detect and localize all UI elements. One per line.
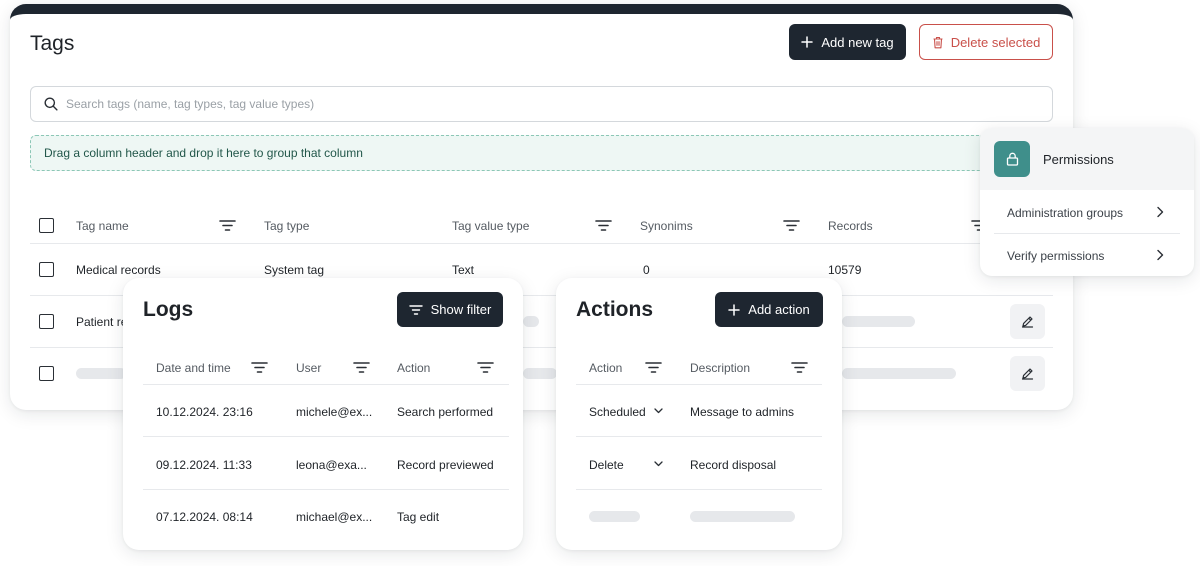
search-box (30, 86, 1053, 122)
delete-selected-button[interactable]: Delete selected (919, 24, 1053, 60)
chevron-down-icon[interactable] (654, 408, 663, 414)
edit-icon (1021, 368, 1034, 380)
loading-placeholder (842, 368, 956, 379)
actions-panel: Actions Add action Action Description Sc… (556, 278, 842, 550)
loading-placeholder (76, 368, 126, 379)
menu-item-administration-groups[interactable]: Administration groups (1007, 206, 1123, 220)
filter-icon[interactable] (595, 220, 612, 231)
divider (576, 436, 822, 437)
search-input[interactable] (66, 97, 966, 111)
permissions-panel: Permissions Administration groups Verify… (980, 128, 1194, 276)
edit-row-button[interactable] (1010, 304, 1045, 339)
lock-icon (1006, 152, 1018, 166)
table-cell-tag-type: System tag (264, 263, 325, 277)
chevron-down-icon[interactable] (654, 461, 663, 467)
log-user: michele@ex... (296, 405, 373, 419)
edit-row-button[interactable] (1010, 356, 1045, 391)
add-action-label: Add action (748, 302, 810, 317)
show-filter-button[interactable]: Show filter (397, 292, 503, 327)
page-title: Tags (30, 32, 75, 55)
table-cell-records: 10579 (828, 263, 862, 277)
log-user: michael@ex... (296, 510, 373, 524)
filter-icon[interactable] (219, 220, 236, 231)
filter-icon[interactable] (477, 362, 494, 373)
divider (576, 489, 822, 490)
action-description: Message to admins (690, 405, 795, 419)
action-type-select[interactable]: Scheduled (589, 405, 646, 419)
log-date: 07.12.2024. 08:14 (156, 510, 253, 524)
divider (994, 233, 1180, 234)
menu-item-verify-permissions[interactable]: Verify permissions (1007, 249, 1104, 263)
column-header-action[interactable]: Action (589, 361, 622, 375)
add-new-tag-label: Add new tag (821, 34, 894, 50)
edit-icon (1021, 316, 1034, 328)
divider (576, 384, 822, 385)
log-action: Tag edit (397, 510, 440, 524)
table-cell-tag-value-type: Text (452, 263, 475, 277)
divider (143, 384, 509, 385)
logs-panel: Logs Show filter Date and time User Acti… (123, 278, 523, 550)
filter-icon[interactable] (645, 362, 662, 373)
show-filter-label: Show filter (430, 302, 492, 317)
search-icon (44, 97, 58, 111)
column-header-records[interactable]: Records (828, 219, 873, 233)
loading-placeholder (523, 368, 557, 379)
column-header-tag-type[interactable]: Tag type (264, 219, 309, 233)
table-cell-synonims: 0 (643, 263, 650, 277)
log-date: 09.12.2024. 11:33 (156, 458, 252, 472)
column-header-date-and-time[interactable]: Date and time (156, 361, 231, 375)
table-cell-tag-name: Patient re (76, 315, 128, 329)
permissions-header: Permissions (980, 128, 1194, 190)
filter-icon[interactable] (783, 220, 800, 231)
table-cell-tag-name: Medical records (76, 263, 161, 277)
column-header-synonims[interactable]: Synonims (640, 219, 693, 233)
plus-icon (801, 36, 814, 48)
group-hint-text: Drag a column header and drop it here to… (44, 146, 363, 160)
add-action-button[interactable]: Add action (715, 292, 823, 327)
add-new-tag-button[interactable]: Add new tag (789, 24, 906, 60)
row-checkbox[interactable] (39, 262, 54, 277)
filter-icon[interactable] (791, 362, 808, 373)
delete-selected-label: Delete selected (950, 34, 1041, 50)
select-all-checkbox[interactable] (39, 218, 54, 233)
column-header-tag-value-type[interactable]: Tag value type (452, 219, 529, 233)
log-action: Search performed (397, 405, 494, 419)
chevron-right-icon[interactable] (1156, 206, 1164, 218)
divider (143, 436, 509, 437)
lock-badge (994, 141, 1030, 177)
log-date: 10.12.2024. 23:16 (156, 405, 253, 419)
column-header-user[interactable]: User (296, 361, 321, 375)
loading-placeholder (589, 511, 640, 522)
column-header-tag-name[interactable]: Tag name (76, 219, 129, 233)
divider (30, 243, 1053, 244)
action-type-select[interactable]: Delete (589, 458, 624, 472)
filter-icon (408, 304, 423, 315)
permissions-title: Permissions (1043, 152, 1114, 167)
row-checkbox[interactable] (39, 314, 54, 329)
chevron-right-icon[interactable] (1156, 249, 1164, 261)
log-user: leona@exa... (296, 458, 367, 472)
loading-placeholder (690, 511, 795, 522)
plus-icon (728, 303, 741, 316)
actions-title: Actions (576, 298, 654, 321)
divider (143, 489, 509, 490)
column-header-description[interactable]: Description (690, 361, 750, 375)
action-description: Record disposal (690, 458, 777, 472)
loading-placeholder (842, 316, 915, 327)
filter-icon[interactable] (251, 362, 268, 373)
row-checkbox[interactable] (39, 366, 54, 381)
logs-title: Logs (143, 298, 194, 321)
trash-icon (933, 36, 943, 48)
filter-icon[interactable] (353, 362, 370, 373)
log-action: Record previewed (397, 458, 494, 472)
loading-placeholder (523, 316, 539, 327)
column-header-action[interactable]: Action (397, 361, 430, 375)
group-drop-zone[interactable]: Drag a column header and drop it here to… (30, 135, 1030, 171)
